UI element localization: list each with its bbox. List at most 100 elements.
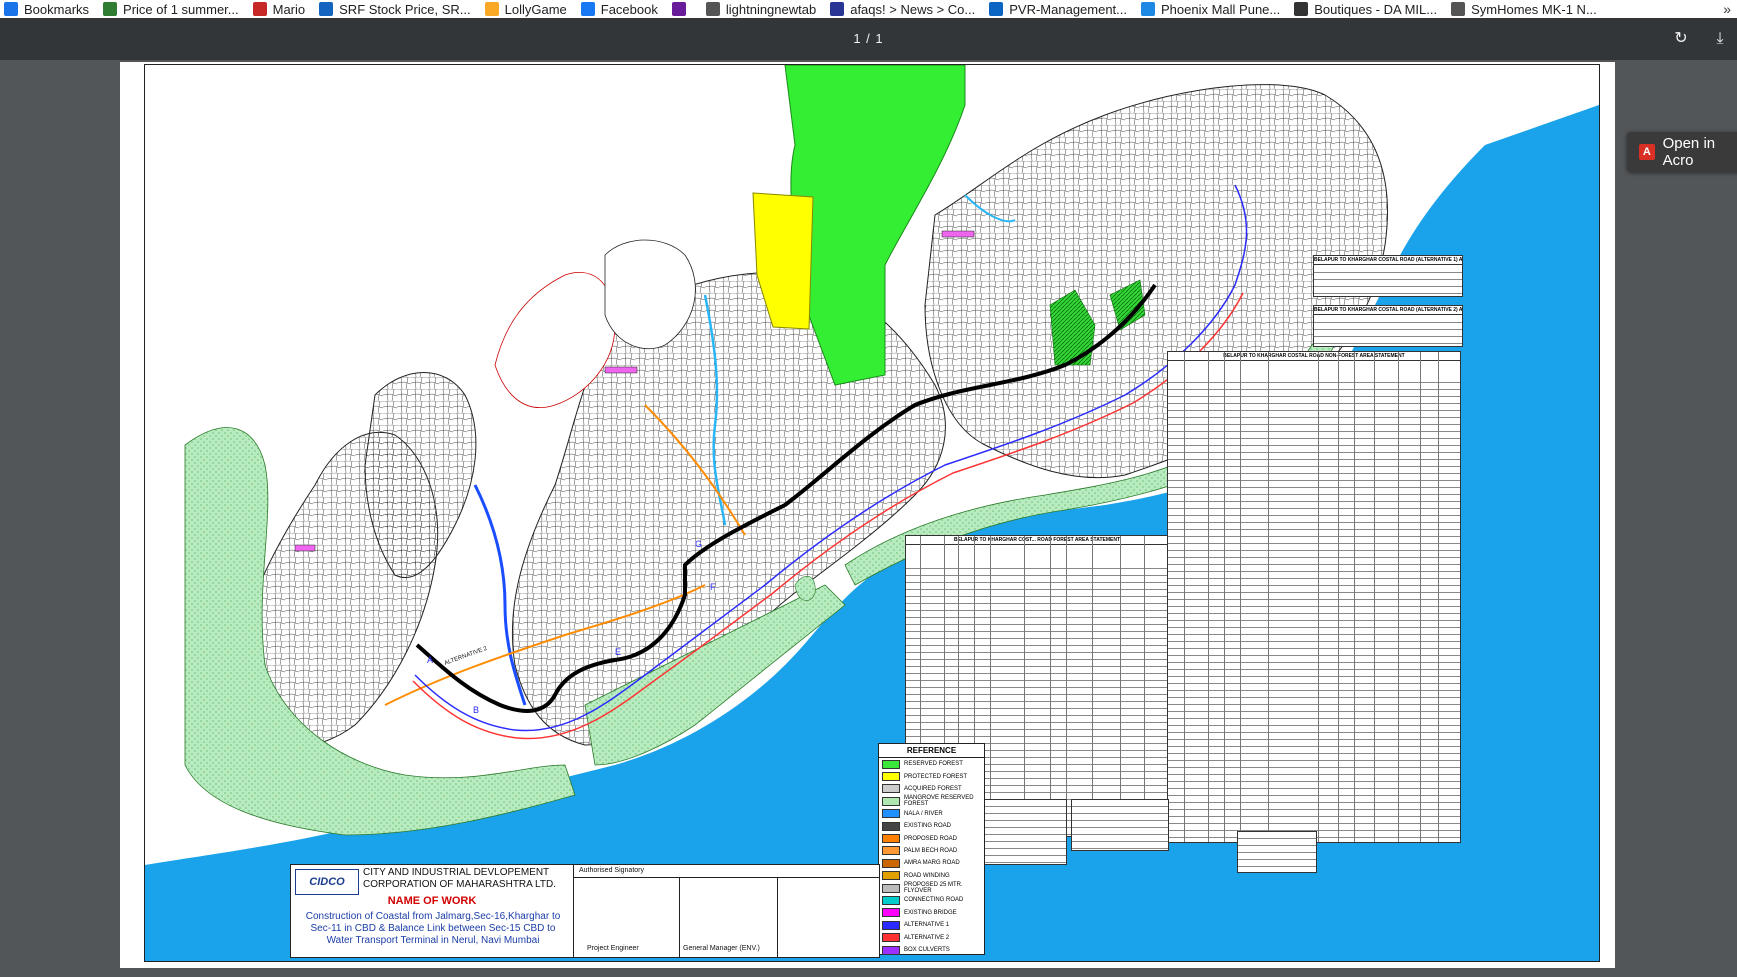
- bookmark-item[interactable]: Price of 1 summer...: [99, 0, 249, 18]
- village-label-2: [941, 230, 975, 238]
- page-indicator: 1 / 1: [853, 31, 884, 46]
- title-block: CIDCO CITY AND INDUSTRIAL DEVLOPEMENT CO…: [290, 864, 880, 958]
- star-icon: [4, 2, 18, 16]
- legend-label: PALM BECH ROAD: [904, 847, 958, 854]
- legend-swatch: [882, 945, 900, 955]
- linkedin-icon: [989, 2, 1004, 16]
- legend-label: BOX CULVERTS: [904, 947, 950, 954]
- bookmark-label: lightningnewtab: [725, 1, 817, 17]
- plane-icon: [1294, 2, 1309, 16]
- legend-item: BOX CULVERTS: [879, 944, 984, 956]
- s-icon: [1141, 2, 1156, 16]
- legend-item: MANGROVE RESERVED FOREST: [879, 795, 984, 807]
- work-description: Construction of Coastal from Jalmarg,Sec…: [305, 911, 561, 946]
- afaqs-icon: [830, 2, 845, 16]
- bookmark-item[interactable]: afaqs! > News > Co...: [826, 0, 985, 18]
- legend-swatch: [882, 908, 900, 918]
- reference-legend: REFERENCE RESERVED FOREST PROTECTED FORES…: [878, 743, 985, 955]
- legend-item: PALM BECH ROAD: [879, 845, 984, 857]
- bookmark-item[interactable]: Facebook: [577, 0, 668, 18]
- download-icon[interactable]: ⤓: [1706, 25, 1734, 53]
- legend-label: EXISTING ROAD: [904, 823, 952, 830]
- rotate-icon[interactable]: ↻: [1667, 25, 1695, 53]
- legend-label: RESERVED FOREST: [904, 761, 963, 768]
- name-of-work-heading: NAME OF WORK: [387, 895, 477, 907]
- legend-item: NALA / RIVER: [879, 808, 984, 820]
- bookmark-item[interactable]: Bookmarks: [0, 0, 99, 18]
- bookmark-item[interactable]: SymHomes MK-1 N...: [1447, 0, 1607, 18]
- bookmark-item[interactable]: lightningnewtab: [702, 0, 826, 18]
- legend-label: PROPOSED ROAD: [904, 835, 958, 842]
- bookmark-item[interactable]: PVR-Management...: [985, 0, 1137, 18]
- bookmark-item[interactable]: Mario: [249, 0, 316, 18]
- project-engineer-label: Project Engineer: [587, 945, 639, 952]
- village-label-1: [604, 366, 638, 374]
- legend-label: PROTECTED FOREST: [904, 773, 968, 780]
- legend-label: MANGROVE RESERVED FOREST: [904, 795, 974, 808]
- map-point-a: A: [427, 655, 433, 665]
- pdf-toolbar: 1 / 1 ↻ ⤓: [0, 18, 1737, 60]
- map-point-f: F: [710, 582, 716, 592]
- legend-swatch: [882, 809, 900, 819]
- legend-label: NALA / RIVER: [904, 810, 943, 817]
- legend-swatch: [882, 796, 900, 806]
- legend-item: RESERVED FOREST: [879, 758, 984, 770]
- legend-label: PROPOSED 25 MTR. FLYOVER: [904, 882, 963, 895]
- acrobat-icon: A: [1639, 144, 1655, 160]
- legend-item: PROPOSED 25 MTR. FLYOVER: [879, 882, 984, 894]
- legend-item: ALTERNATIVE 1: [879, 919, 984, 931]
- open-in-acrobat-label: Open in Acro: [1662, 135, 1716, 169]
- bookmark-item[interactable]: LollyGame: [481, 0, 577, 18]
- forest-area-table-title: BELAPUR TO KHARGHAR COST... ROAD FOREST …: [906, 536, 1168, 545]
- non-forest-area-table: BELAPUR TO KHARGHAR COSTAL ROAD NON-FORE…: [1167, 351, 1461, 843]
- bookmark-item[interactable]: Phoenix Mall Pune...: [1137, 0, 1290, 18]
- bookmark-item[interactable]: SRF Stock Price, SR...: [315, 0, 480, 18]
- legend-swatch: [882, 933, 900, 943]
- map-point-g: G: [695, 539, 702, 549]
- bookmark-label: Price of 1 summer...: [123, 1, 239, 17]
- village-label-3: [294, 544, 316, 552]
- exp-icon: [103, 2, 118, 16]
- village-summary-table: [1071, 799, 1169, 851]
- legend-swatch: [882, 759, 900, 769]
- legend-label: ROAD WINDING: [904, 872, 950, 879]
- bookmark-label: Mario: [272, 1, 306, 17]
- map-point-e: E: [615, 647, 621, 657]
- non-forest-area-table-title: BELAPUR TO KHARGHAR COSTAL ROAD NON-FORE…: [1168, 352, 1460, 361]
- map-point-b: B: [473, 705, 479, 715]
- bookmark-label: Phoenix Mall Pune...: [1161, 1, 1281, 17]
- open-in-acrobat-button[interactable]: A Open in Acro: [1627, 132, 1737, 172]
- legend-label: EXISTING BRIDGE: [904, 909, 957, 916]
- legend-item: ACQUIRED FOREST: [879, 783, 984, 795]
- legend-swatch: [882, 784, 900, 794]
- bookmark-label: Facebook: [600, 1, 658, 17]
- legend-item: EXISTING BRIDGE: [879, 907, 984, 919]
- components-table: [981, 799, 1067, 865]
- title-block-left: CIDCO CITY AND INDUSTRIAL DEVLOPEMENT CO…: [291, 865, 574, 957]
- bookmark-label: Boutiques - DA MIL...: [1314, 1, 1438, 17]
- urban-plots-west-2: [364, 372, 477, 578]
- bookmark-label: LollyGame: [504, 1, 567, 17]
- legend-label: ALTERNATIVE 2: [904, 934, 950, 941]
- legend-item: ALTERNATIVE 2: [879, 931, 984, 943]
- bookmarks-bar: Bookmarks Price of 1 summer... Mario SRF St…: [0, 0, 1737, 18]
- legend-swatch: [882, 772, 900, 782]
- bookmark-item[interactable]: [668, 0, 702, 18]
- globe-icon: [705, 2, 720, 16]
- bookmark-label: SRF Stock Price, SR...: [339, 1, 471, 17]
- legend-swatch: [882, 883, 900, 893]
- bookmarks-more-button[interactable]: »: [1723, 0, 1731, 18]
- legend-item: PROTECTED FOREST: [879, 770, 984, 782]
- bookmark-label: SymHomes MK-1 N...: [1471, 1, 1597, 17]
- legend-swatch: [882, 920, 900, 930]
- legend-item: CONNECTING ROAD: [879, 894, 984, 906]
- legend-item: PROPOSED ROAD: [879, 832, 984, 844]
- pdf-page: ALTERNATIVE 2 A B E F G BELAPUR TO KHARG…: [120, 62, 1615, 968]
- alternative-1-table-title: BELAPUR TO KHARGHAR COSTAL ROAD (ALTERNA…: [1314, 256, 1462, 265]
- bookmark-item[interactable]: Boutiques - DA MIL...: [1290, 0, 1447, 18]
- cidco-logo: CIDCO: [295, 869, 359, 895]
- alternative-2-table: BELAPUR TO KHARGHAR COSTAL ROAD (ALTERNA…: [1313, 305, 1463, 347]
- organisation-line-1: CITY AND INDUSTRIAL DEVLOPEMENT: [363, 867, 550, 878]
- general-manager-label: General Manager (ENV.): [683, 945, 760, 952]
- map-drawing: ALTERNATIVE 2 A B E F G BELAPUR TO KHARG…: [144, 64, 1600, 962]
